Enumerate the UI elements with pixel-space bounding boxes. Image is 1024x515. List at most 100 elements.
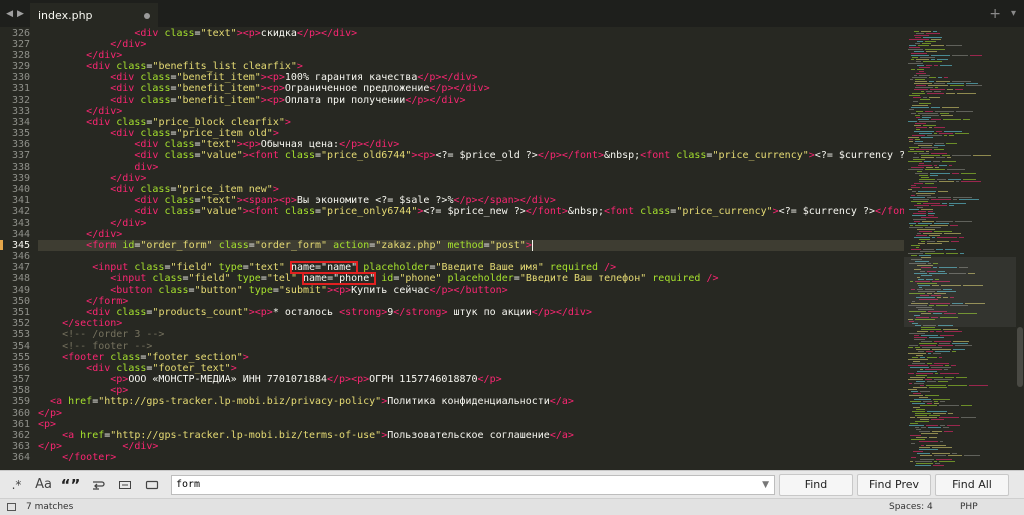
line-number[interactable]: 351 bbox=[0, 307, 30, 318]
line-number[interactable]: 357 bbox=[0, 374, 30, 385]
find-all-button[interactable]: Find All bbox=[935, 473, 1009, 496]
line-number[interactable]: 355 bbox=[0, 352, 30, 363]
minimap-viewport[interactable] bbox=[904, 257, 1016, 327]
highlight-matches-toggle[interactable] bbox=[138, 471, 165, 499]
code-line[interactable]: <a href="http://gps-tracker.lp-mobi.biz/… bbox=[38, 396, 574, 407]
line-number[interactable]: 340 bbox=[0, 184, 30, 195]
line-number[interactable]: 346 bbox=[0, 251, 30, 262]
code-line[interactable]: <div class="benefit_item"><p>Оплата при … bbox=[38, 95, 465, 106]
line-number[interactable]: 342 bbox=[0, 206, 30, 217]
code-line[interactable]: </p> </div> bbox=[38, 441, 158, 452]
code-line[interactable]: <!-- /order 3 --> bbox=[38, 329, 164, 340]
line-number[interactable]: 363 bbox=[0, 441, 30, 452]
code-line[interactable]: </div> bbox=[38, 50, 122, 61]
code-editor[interactable]: 326 327 328 329 330 331 332 333 334 335 336 337 338 3… bbox=[0, 27, 1024, 470]
code-line[interactable]: <div class="value"><font class="price_ol… bbox=[38, 150, 965, 161]
line-number[interactable]: 352 bbox=[0, 318, 30, 329]
history-dropdown-icon[interactable]: ▼ bbox=[762, 480, 769, 490]
code-line[interactable]: <div class="footer_text"> bbox=[38, 363, 237, 374]
line-number[interactable]: 339 bbox=[0, 173, 30, 184]
code-line[interactable]: <div class="value"><font class="price_on… bbox=[38, 206, 953, 217]
line-number[interactable]: 329 bbox=[0, 61, 30, 72]
code-area[interactable]: <div class="text"><p>скидка</p></div> </… bbox=[38, 27, 965, 470]
tab-nav-arrows[interactable]: ◀ ▶ bbox=[0, 0, 30, 27]
line-number[interactable]: 341 bbox=[0, 195, 30, 206]
code-line[interactable]: <div class="price_item old"> bbox=[38, 128, 279, 139]
code-line[interactable]: <div class="products_count"><p>* осталос… bbox=[38, 307, 592, 318]
arrow-left-icon[interactable]: ◀ bbox=[6, 9, 13, 19]
line-number[interactable]: 337 bbox=[0, 150, 30, 161]
code-line[interactable]: </div> bbox=[38, 229, 122, 240]
code-line[interactable]: <div class="benefits_list clearfix"> bbox=[38, 61, 303, 72]
code-line[interactable]: <p> bbox=[38, 385, 128, 396]
line-number[interactable]: 353 bbox=[0, 329, 30, 340]
wrap-toggle[interactable] bbox=[84, 471, 111, 499]
code-line[interactable]: </section> bbox=[38, 318, 122, 329]
plus-icon[interactable]: + bbox=[989, 6, 1001, 22]
code-line[interactable]: <div class="price_item new"> bbox=[38, 184, 279, 195]
code-line[interactable]: <footer class="footer_section"> bbox=[38, 352, 249, 363]
line-number[interactable]: 349 bbox=[0, 285, 30, 296]
panel-toggle-icon[interactable] bbox=[7, 503, 16, 511]
code-line[interactable]: </div> bbox=[38, 39, 146, 50]
line-number[interactable]: 336 bbox=[0, 139, 30, 150]
code-line[interactable]: <div class="benefit_item"><p>Ограниченно… bbox=[38, 83, 489, 94]
code-line[interactable]: </form> bbox=[38, 296, 128, 307]
arrow-right-icon[interactable]: ▶ bbox=[17, 9, 24, 19]
line-number[interactable]: 359 bbox=[0, 396, 30, 407]
line-number[interactable]: 332 bbox=[0, 95, 30, 106]
status-syntax[interactable]: PHP bbox=[960, 502, 978, 512]
code-line[interactable]: <p> bbox=[38, 419, 56, 430]
code-line[interactable]: <div class="benefit_item"><p>100% гарант… bbox=[38, 72, 477, 83]
code-line[interactable]: <form id="order_form" class="order_form"… bbox=[38, 239, 904, 252]
line-number[interactable]: 335 bbox=[0, 128, 30, 139]
line-number[interactable]: 327 bbox=[0, 39, 30, 50]
line-number[interactable]: 356 bbox=[0, 363, 30, 374]
code-line[interactable]: <div class="price_block clearfix"> bbox=[38, 117, 291, 128]
in-selection-toggle[interactable] bbox=[111, 471, 138, 499]
line-number[interactable]: 354 bbox=[0, 341, 30, 352]
line-number[interactable]: 347 bbox=[0, 262, 30, 273]
code-line[interactable]: div> bbox=[38, 162, 158, 173]
code-line[interactable]: </div> bbox=[38, 173, 146, 184]
line-number[interactable]: 350 bbox=[0, 296, 30, 307]
code-line[interactable]: </div> bbox=[38, 106, 122, 117]
code-line[interactable]: <p>ООО «МОНСТР-МЕДИА» ИНН 7701071884</p>… bbox=[38, 374, 501, 385]
line-number[interactable]: 364 bbox=[0, 452, 30, 463]
code-line[interactable]: </footer> bbox=[38, 452, 116, 463]
code-line[interactable]: <!-- footer --> bbox=[38, 341, 152, 352]
line-number[interactable]: 344 bbox=[0, 229, 30, 240]
tab-index-php[interactable]: index.php bbox=[30, 3, 158, 27]
chevron-down-icon[interactable]: ▾ bbox=[1011, 8, 1016, 19]
code-line[interactable]: <div class="text"><p>скидка</p></div> bbox=[38, 28, 357, 39]
line-number[interactable]: 326 bbox=[0, 28, 30, 39]
find-prev-button[interactable]: Find Prev bbox=[857, 473, 931, 496]
status-indentation[interactable]: Spaces: 4 bbox=[889, 502, 933, 512]
code-line[interactable]: </p> bbox=[38, 408, 62, 419]
line-number[interactable]: 358 bbox=[0, 385, 30, 396]
scrollbar-thumb[interactable] bbox=[1017, 327, 1023, 387]
minimap[interactable] bbox=[904, 27, 1016, 470]
line-number[interactable]: 345 bbox=[0, 240, 30, 251]
line-number[interactable]: 343 bbox=[0, 218, 30, 229]
unsaved-dot-icon[interactable] bbox=[144, 13, 150, 19]
case-sensitive-toggle[interactable]: Aa bbox=[30, 471, 57, 499]
regex-toggle[interactable]: .* bbox=[3, 471, 30, 499]
line-number[interactable]: 362 bbox=[0, 430, 30, 441]
code-line[interactable]: </div> bbox=[38, 218, 146, 229]
line-number[interactable]: 338 bbox=[0, 162, 30, 173]
find-button[interactable]: Find bbox=[779, 473, 853, 496]
code-line[interactable]: <div class="text"><span><p>Вы экономите … bbox=[38, 195, 556, 206]
line-number[interactable]: 333 bbox=[0, 106, 30, 117]
line-number[interactable]: 361 bbox=[0, 419, 30, 430]
code-line[interactable]: <input class="field" type="text" name="n… bbox=[38, 261, 616, 275]
line-number[interactable]: 328 bbox=[0, 50, 30, 61]
code-line[interactable]: <button class="button" type="submit"><p>… bbox=[38, 285, 507, 296]
code-line[interactable]: <div class="text"><p>Обычная цена:</p></… bbox=[38, 139, 399, 150]
code-line[interactable]: <input class="field" type="tel" name="ph… bbox=[38, 272, 719, 286]
whole-word-toggle[interactable]: “” bbox=[57, 471, 84, 499]
code-line[interactable]: <a href="http://gps-tracker.lp-mobi.biz/… bbox=[38, 430, 574, 441]
line-number[interactable]: 334 bbox=[0, 117, 30, 128]
line-number[interactable]: 331 bbox=[0, 83, 30, 94]
code-line[interactable] bbox=[38, 251, 86, 262]
